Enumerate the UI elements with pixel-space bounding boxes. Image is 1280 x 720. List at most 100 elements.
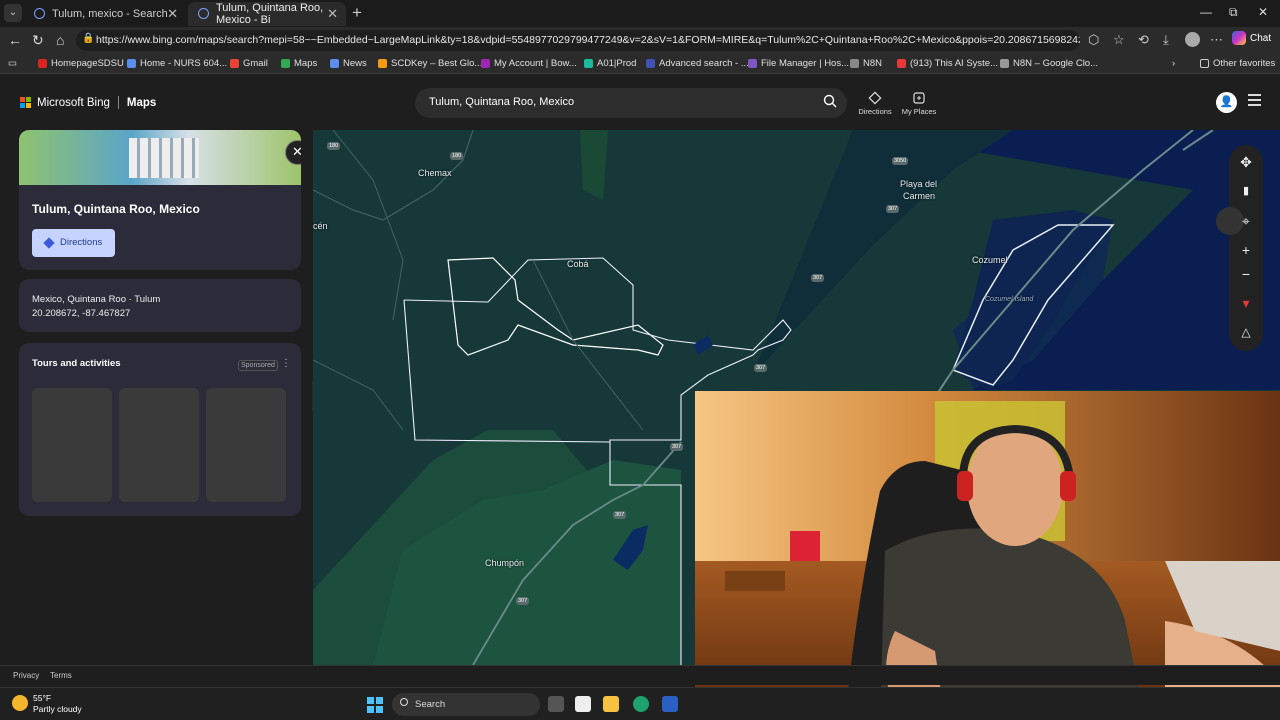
road-shield: 307	[886, 205, 900, 213]
folder-icon	[1200, 59, 1209, 68]
tour-placeholder[interactable]	[119, 388, 199, 502]
tours-title: Tours and activities	[32, 358, 121, 369]
refresh-button[interactable]: ↻	[32, 32, 44, 49]
home-button[interactable]: ⌂	[56, 32, 64, 48]
favorite-label: HomepageSDSU	[51, 58, 124, 69]
map-style-icon[interactable]: △	[1236, 322, 1256, 342]
taskbar-search[interactable]: Search	[392, 693, 540, 716]
search-icon[interactable]	[823, 94, 837, 108]
map-place-label[interactable]: Chemax	[418, 168, 452, 178]
map-place-label[interactable]: Playa del	[900, 179, 937, 189]
tab-tulum-search[interactable]: Tulum, mexico - Search ✕	[24, 2, 186, 26]
chat-label: Chat	[1250, 32, 1272, 44]
temperature: 55°F	[33, 693, 52, 703]
tour-placeholder[interactable]	[206, 388, 286, 502]
favorite-label: A01|Prod	[597, 58, 637, 69]
tab-strip: ⌄ Tulum, mexico - Search ✕ Tulum, Quinta…	[0, 0, 1280, 27]
minimize-button[interactable]: —	[1200, 5, 1212, 19]
other-favorites[interactable]: Other favorites	[1200, 58, 1275, 69]
favorite-favicon-icon	[330, 59, 339, 68]
tab-tulum-maps[interactable]: Tulum, Quintana Roo, Mexico - Bi ✕	[188, 2, 346, 26]
weather-condition: Partly cloudy	[33, 704, 82, 714]
traffic-icon[interactable]: ▮	[1236, 181, 1256, 201]
settings-more-icon[interactable]: ⋯	[1210, 32, 1223, 48]
tab-actions-menu[interactable]: ⌄	[4, 4, 22, 22]
close-window-button[interactable]: ✕	[1258, 5, 1268, 19]
zoom-in-button[interactable]: +	[1236, 240, 1256, 260]
favorite-label: (913) This AI Syste...	[910, 58, 999, 69]
privacy-link[interactable]: Privacy	[13, 671, 39, 680]
favorite-favicon-icon	[127, 59, 136, 68]
zoom-out-button[interactable]: −	[1236, 264, 1256, 284]
road-shield: 180	[327, 142, 341, 150]
edge-browser-icon[interactable]	[633, 696, 649, 712]
favorite-link[interactable]: HomepageSDSU	[38, 58, 124, 69]
compass-north-icon[interactable]: ▾	[1236, 293, 1256, 313]
user-account-icon[interactable]: 👤	[1216, 92, 1237, 113]
file-explorer-icon[interactable]	[603, 696, 619, 712]
favorites-bar-icon[interactable]: ▭	[8, 58, 17, 69]
coordinates[interactable]: 20.208672, -87.467827	[32, 307, 301, 321]
my-places-button[interactable]: My Places	[899, 91, 939, 116]
favorite-link[interactable]: N8N – Google Clo...	[1000, 58, 1098, 69]
favorite-link[interactable]: (913) This AI Syste...	[897, 58, 998, 69]
favorite-link[interactable]: Advanced search - ...	[646, 58, 749, 69]
map-place-label[interactable]: Chumpón	[485, 558, 524, 568]
url-text: https://www.bing.com/maps/search?mepi=58…	[96, 34, 1080, 46]
locate-icon: ⌖	[1242, 213, 1250, 229]
map-search-input[interactable]: Tulum, Quintana Roo, Mexico	[415, 88, 847, 118]
map-place-label[interactable]: Carmen	[903, 191, 935, 201]
favorites-overflow-icon[interactable]: ›	[1172, 58, 1175, 69]
more-options-icon[interactable]: ⋮	[281, 358, 291, 369]
windows-start-icon[interactable]	[367, 697, 383, 713]
favorite-link[interactable]: SCDKey – Best Glo...	[378, 58, 482, 69]
map-footer: Privacy Terms	[0, 665, 1280, 685]
profile-avatar[interactable]	[1185, 32, 1200, 47]
other-favorites-label: Other favorites	[1213, 58, 1276, 69]
favorite-link[interactable]: A01|Prod	[584, 58, 636, 69]
favorite-link[interactable]: N8N	[850, 58, 882, 69]
favorite-link[interactable]: File Manager | Hos...	[748, 58, 849, 69]
map-place-label[interactable]: Cozumel Island	[985, 296, 1033, 303]
directions-button[interactable]: Directions	[32, 229, 115, 257]
extensions-icon[interactable]: ⬡	[1088, 32, 1099, 48]
word-icon[interactable]	[662, 696, 678, 712]
favorite-link[interactable]: Home - NURS 604...	[127, 58, 227, 69]
new-tab-button[interactable]: +	[352, 3, 362, 23]
divider	[117, 96, 119, 109]
header-directions-button[interactable]: Directions	[855, 91, 895, 116]
favorite-favicon-icon	[897, 59, 906, 68]
favorite-link[interactable]: Maps	[281, 58, 317, 69]
favorite-link[interactable]: Gmail	[230, 58, 268, 69]
place-title: Tulum, Quintana Roo, Mexico	[32, 202, 200, 216]
hamburger-menu-icon[interactable]	[1248, 94, 1261, 106]
downloads-icon[interactable]: ⤓	[1163, 32, 1169, 48]
search-icon	[400, 698, 408, 706]
place-image	[19, 130, 301, 185]
favorite-link[interactable]: News	[330, 58, 367, 69]
weather-widget[interactable]: 55°F Partly cloudy	[12, 693, 82, 715]
road-shield: 307	[516, 597, 530, 605]
close-tab-icon[interactable]: ✕	[167, 6, 178, 22]
task-view-icon[interactable]	[548, 696, 564, 712]
sponsored-badge: Sponsored	[238, 360, 278, 371]
favorite-favicon-icon	[378, 59, 387, 68]
bing-logo[interactable]: Microsoft Bing Maps	[20, 96, 156, 109]
terms-link[interactable]: Terms	[50, 671, 72, 680]
favorite-link[interactable]: My Account | Bow...	[481, 58, 577, 69]
address-field[interactable]: 🔒 https://www.bing.com/maps/search?mepi=…	[76, 30, 1080, 51]
map-place-label[interactable]: Cobá	[567, 259, 589, 269]
road-shield: 180	[450, 152, 464, 160]
close-tab-icon[interactable]: ✕	[327, 6, 338, 22]
history-icon[interactable]: ⟲	[1138, 32, 1149, 48]
map-place-label[interactable]: cén	[313, 221, 328, 231]
compass-icon[interactable]: ✥	[1236, 152, 1256, 172]
road-shield: 3050	[892, 157, 909, 165]
copilot-chat-button[interactable]: Chat	[1232, 31, 1271, 45]
tour-placeholder[interactable]	[32, 388, 112, 502]
restore-button[interactable]: ⧉	[1229, 5, 1238, 20]
map-place-label[interactable]: Cozumel	[972, 255, 1008, 265]
back-button[interactable]: ←	[8, 32, 22, 48]
favorites-icon[interactable]: ☆	[1113, 32, 1125, 48]
store-icon[interactable]	[575, 696, 591, 712]
